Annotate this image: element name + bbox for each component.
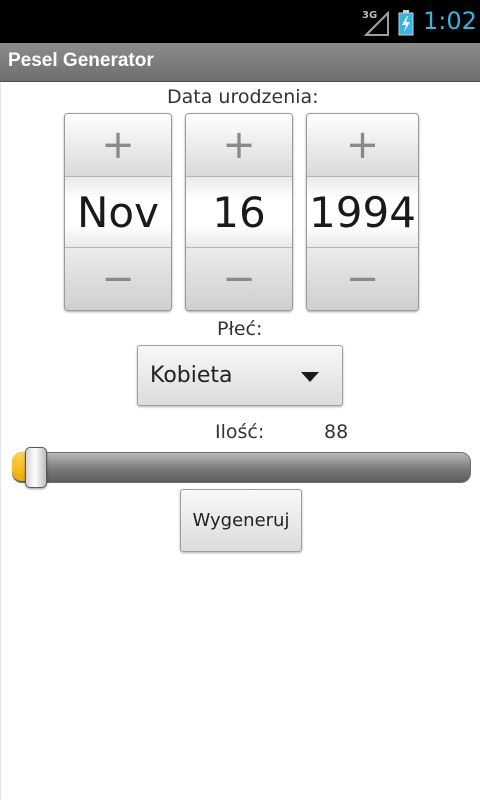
battery-charging-icon xyxy=(398,10,414,36)
app-title: Pesel Generator xyxy=(8,50,154,71)
day-value[interactable]: 16 xyxy=(186,177,292,247)
gender-label: Płeć: xyxy=(217,318,263,340)
day-picker: + 16 − xyxy=(185,113,293,311)
month-decrement-button[interactable]: − xyxy=(65,247,171,310)
year-picker: + 1994 − xyxy=(306,113,419,311)
year-increment-button[interactable]: + xyxy=(307,114,418,177)
month-increment-button[interactable]: + xyxy=(65,114,171,177)
action-bar: Pesel Generator xyxy=(0,43,480,82)
year-value[interactable]: 1994 xyxy=(307,177,418,247)
slider-track[interactable] xyxy=(12,452,471,483)
year-decrement-button[interactable]: − xyxy=(307,247,418,310)
day-decrement-button[interactable]: − xyxy=(186,247,292,310)
status-bar: 3G 1:02 xyxy=(0,0,480,43)
signal-icon: 3G xyxy=(362,10,390,36)
day-increment-button[interactable]: + xyxy=(186,114,292,177)
count-label: Ilość: xyxy=(215,421,265,443)
birth-date-label: Data urodzenia: xyxy=(167,86,319,108)
count-value: 88 xyxy=(324,421,349,443)
generate-button[interactable]: Wygeneruj xyxy=(180,489,302,552)
status-clock: 1:02 xyxy=(423,7,477,35)
gender-select[interactable]: Kobieta xyxy=(137,345,343,406)
month-value[interactable]: Nov xyxy=(65,177,171,247)
count-slider[interactable] xyxy=(12,447,471,488)
slider-thumb[interactable] xyxy=(25,447,47,488)
dropdown-arrow-icon xyxy=(301,372,319,382)
month-picker: + Nov − xyxy=(64,113,172,311)
gender-selected-value: Kobieta xyxy=(150,363,233,388)
